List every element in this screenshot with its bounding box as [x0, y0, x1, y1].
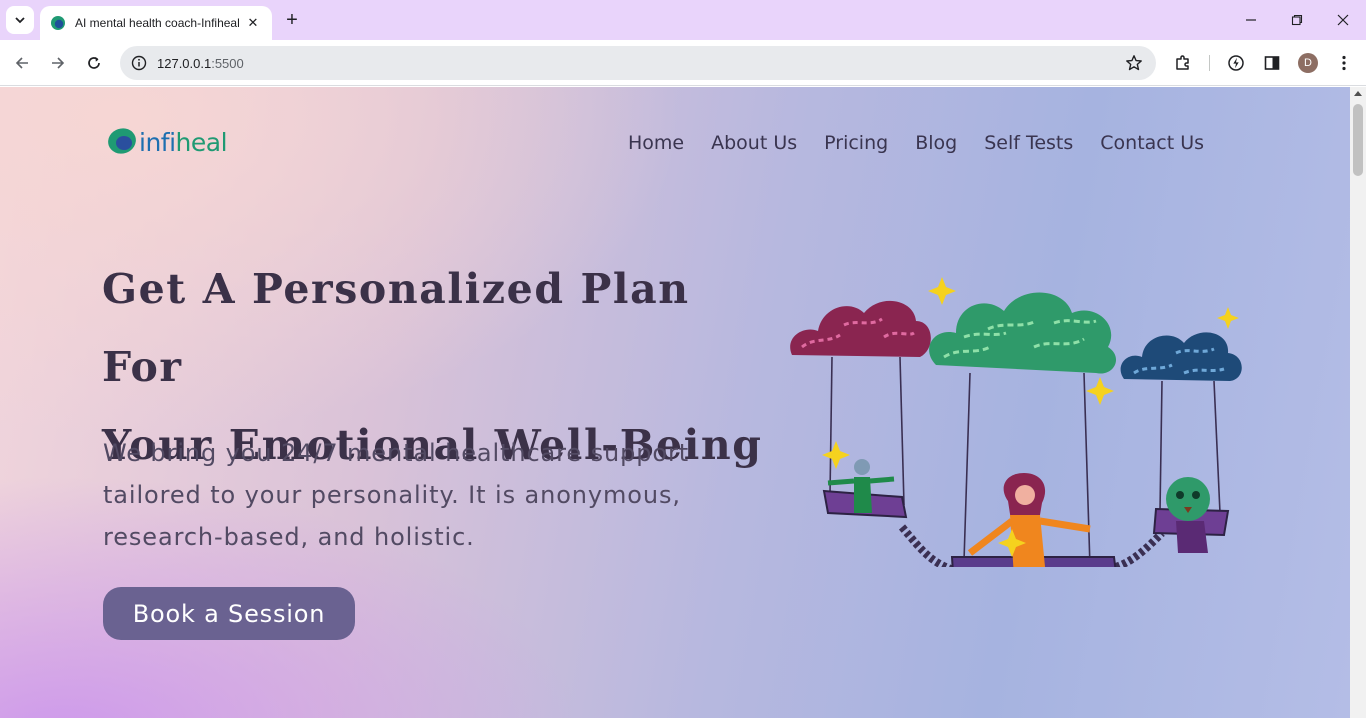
nav-home[interactable]: Home [628, 132, 684, 154]
side-panel-icon[interactable] [1258, 49, 1286, 77]
address-bar[interactable]: 127.0.0.1:5500 [120, 46, 1156, 80]
performance-icon[interactable] [1222, 49, 1250, 77]
logo-mark-icon [108, 128, 136, 154]
browser-toolbar: 127.0.0.1:5500 D [0, 40, 1366, 86]
toolbar-divider [1209, 55, 1210, 71]
cloud-center-icon [929, 292, 1117, 374]
browser-tab-active[interactable]: AI mental health coach-Infiheal ✕ [40, 6, 272, 40]
page-viewport: infiheal Home About Us Pricing Blog Self… [0, 87, 1350, 718]
nav-contact-us[interactable]: Contact Us [1100, 132, 1204, 154]
hero-title-line-1: Get A Personalized Plan For [102, 265, 690, 391]
page-scrollbar[interactable] [1350, 87, 1366, 718]
cloud-right-icon [1120, 332, 1242, 381]
site-info-icon[interactable] [122, 46, 156, 80]
infiheal-favicon-icon [50, 15, 66, 31]
maximize-icon[interactable] [1274, 0, 1320, 40]
extensions-icon[interactable] [1169, 49, 1197, 77]
reload-icon[interactable] [80, 49, 108, 77]
hero-subtitle: We bring you 24/7 mental healthcare supp… [103, 439, 690, 551]
minimize-icon[interactable] [1228, 0, 1274, 40]
tab-close-icon[interactable]: ✕ [244, 14, 262, 32]
cloud-left-icon [790, 300, 931, 357]
menu-kebab-icon[interactable] [1330, 49, 1358, 77]
browser-tab-bar: AI mental health coach-Infiheal ✕ + [0, 0, 1366, 40]
new-tab-button[interactable]: + [280, 8, 304, 32]
tab-title: AI mental health coach-Infiheal [75, 16, 240, 30]
forward-icon[interactable] [44, 49, 72, 77]
nav-pricing[interactable]: Pricing [824, 132, 888, 154]
infiheal-logo[interactable]: infiheal [107, 125, 228, 159]
nav-blog[interactable]: Blog [915, 132, 957, 154]
nav-self-tests[interactable]: Self Tests [984, 132, 1073, 154]
bookmark-star-icon[interactable] [1124, 53, 1144, 73]
book-session-button[interactable]: Book a Session [103, 587, 355, 640]
nav-about-us[interactable]: About Us [711, 132, 797, 154]
back-icon[interactable] [8, 49, 36, 77]
close-icon[interactable] [1320, 0, 1366, 40]
tab-search-icon[interactable] [6, 6, 34, 34]
woman-figure-icon [967, 473, 1091, 567]
scroll-thumb[interactable] [1353, 104, 1363, 176]
scroll-up-arrow-icon[interactable] [1354, 91, 1362, 96]
hero-illustration [790, 277, 1242, 567]
url-text: 127.0.0.1:5500 [157, 55, 244, 71]
profile-avatar[interactable]: D [1298, 53, 1318, 73]
logo-text: infiheal [139, 127, 228, 157]
main-nav: Home About Us Pricing Blog Self Tests Co… [628, 132, 1231, 154]
